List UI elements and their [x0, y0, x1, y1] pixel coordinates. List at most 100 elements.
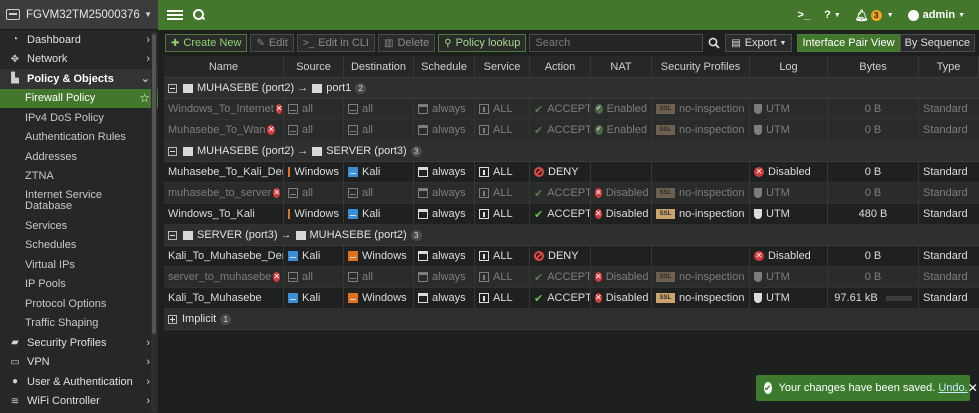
- address-icon: [348, 188, 358, 198]
- table-row[interactable]: Muhasebe_To_Wan ✕ all all always ALL ✔ ACCEPT ✔ E…: [164, 120, 979, 141]
- cli-console-button[interactable]: >_: [798, 9, 811, 21]
- cell-text: always: [432, 208, 466, 220]
- sidebar-item-network[interactable]: ✥ Network ›: [0, 50, 158, 70]
- address-icon: [288, 251, 298, 261]
- export-button[interactable]: ▤ Export ▼: [725, 34, 793, 52]
- cell-text: 0 B: [864, 166, 882, 178]
- sidebar-item-security-profiles[interactable]: ▰ Security Profiles ›: [0, 333, 158, 353]
- plus-icon: ✚: [171, 37, 180, 49]
- expand-icon[interactable]: [168, 314, 177, 324]
- collapse-icon[interactable]: [168, 83, 177, 93]
- policy-bytes: 0 B: [828, 267, 919, 287]
- user-menu[interactable]: admin ▼: [907, 9, 965, 21]
- interface-pair-group[interactable]: MUHASEBE (port2) → SERVER (port3) 3: [164, 141, 979, 162]
- shield-icon: [754, 209, 762, 219]
- column-header-schedule[interactable]: Schedule: [414, 56, 475, 77]
- column-header-name[interactable]: Name: [164, 56, 284, 77]
- sidebar-scroll-thumb[interactable]: [152, 34, 156, 334]
- group-count-badge: 3: [410, 145, 422, 157]
- sidebar-item-wifi-controller[interactable]: ≋ WiFi Controller ›: [0, 392, 158, 412]
- collapse-icon[interactable]: [168, 230, 177, 240]
- policy-type: Standard: [919, 183, 979, 203]
- column-header-nat[interactable]: NAT: [591, 56, 652, 77]
- table-row[interactable]: muhasebe_to_server ✕ all all always ALL ✔ ACCEP…: [164, 183, 979, 204]
- cell-text: Disabled: [605, 292, 649, 304]
- hamburger-menu-icon[interactable]: [167, 10, 183, 20]
- policy-destination: Windows: [344, 246, 414, 266]
- calendar-icon: [418, 293, 428, 303]
- column-header-bytes[interactable]: Bytes: [828, 56, 919, 77]
- sidebar-item-vpn[interactable]: ▭ VPN ›: [0, 353, 158, 373]
- collapse-icon[interactable]: [168, 146, 177, 156]
- disabled-x-icon: ✕: [754, 251, 764, 261]
- global-search-icon[interactable]: [193, 9, 205, 21]
- sidebar-subitem-firewall-policy[interactable]: Firewall Policy ☆: [0, 88, 158, 108]
- column-header-security-profiles[interactable]: Security Profiles: [652, 56, 750, 77]
- undo-link[interactable]: Undo.: [938, 382, 967, 394]
- interface-pair-group[interactable]: SERVER (port3) → MUHASEBE (port2) 3: [164, 225, 979, 246]
- table-row[interactable]: Kali_To_Muhasebe Kali Windows always ALL ✔ ACC…: [164, 288, 979, 309]
- by-sequence-button[interactable]: By Sequence: [899, 34, 975, 52]
- sidebar-item-dashboard[interactable]: ◔ Dashboard ›: [0, 30, 158, 50]
- notifications-button[interactable]: 🔔︎ 3 ▼: [855, 9, 894, 22]
- policy-nat: ✕ Disabled: [591, 183, 652, 203]
- sidebar-subitem-addresses[interactable]: Addresses: [0, 147, 158, 167]
- sidebar-subitem-ztna[interactable]: ZTNA: [0, 167, 158, 187]
- table-header: Name Source Destination Schedule Service Acti…: [164, 56, 979, 78]
- cell-text: 0 B: [864, 103, 882, 115]
- sidebar-subitem-schedules[interactable]: Schedules: [0, 236, 158, 256]
- column-header-destination[interactable]: Destination: [344, 56, 414, 77]
- table-row[interactable]: Windows_To_Kali Windows Kali always ALL ✔ ACCE…: [164, 204, 979, 225]
- cell-text: ACCEPT: [547, 271, 591, 283]
- column-header-log[interactable]: Log: [750, 56, 828, 77]
- column-header-service[interactable]: Service: [475, 56, 530, 77]
- create-new-button[interactable]: ✚ Create New: [165, 34, 248, 52]
- policy-lookup-button[interactable]: ⚲ Policy lookup: [438, 34, 527, 52]
- close-icon[interactable]: ✕: [968, 381, 978, 395]
- sidebar-subitem-ipv4-dos-policy[interactable]: IPv4 DoS Policy: [0, 108, 158, 128]
- column-header-source[interactable]: Source: [284, 56, 344, 77]
- policy-schedule: always: [414, 267, 475, 287]
- cell-text: 0 B: [864, 187, 882, 199]
- app-root: FGVM32TM25000376 ▼ ◔ Dashboard › ✥ Network › ▙…: [0, 0, 979, 413]
- table-row[interactable]: Windows_To_Internet ✕ all all always ALL ✔ ACCE…: [164, 99, 979, 120]
- sidebar-subitem-virtual-ips[interactable]: Virtual IPs: [0, 255, 158, 275]
- interface-pair-view-button[interactable]: Interface Pair View: [797, 34, 900, 52]
- sidebar-subitem-traffic-shaping[interactable]: Traffic Shaping: [0, 314, 158, 334]
- policy-objects-submenu: Firewall Policy ☆ IPv4 DoS Policy Authentic…: [0, 88, 158, 334]
- implicit-group[interactable]: Implicit 1: [164, 309, 979, 330]
- favorite-star-icon[interactable]: ☆: [139, 91, 150, 105]
- edit-in-cli-button[interactable]: >_ Edit in CLI: [296, 34, 375, 52]
- search-icon[interactable]: [706, 34, 722, 52]
- policy-destination: Windows: [344, 288, 414, 308]
- policy-destination: Kali: [344, 162, 414, 182]
- table-row[interactable]: Muhasebe_To_Kali_Deny Windows Kali always AL…: [164, 162, 979, 183]
- policy-type: Standard: [919, 246, 979, 266]
- cell-text: Enabled: [606, 124, 647, 136]
- device-selector[interactable]: FGVM32TM25000376 ▼: [0, 0, 158, 30]
- sidebar-item-user-authentication[interactable]: ● User & Authentication ›: [0, 372, 158, 392]
- delete-button[interactable]: ▥ Delete: [377, 34, 436, 52]
- policy-action: ✔ ACCEPT: [530, 99, 591, 119]
- column-header-action[interactable]: Action: [530, 56, 591, 77]
- policy-security-profiles: SSL no-inspection: [652, 120, 750, 140]
- sidebar-subitem-ip-pools[interactable]: IP Pools: [0, 275, 158, 295]
- search-input[interactable]: Search: [529, 34, 703, 52]
- sidebar-subitem-authentication-rules[interactable]: Authentication Rules: [0, 128, 158, 148]
- policy-destination: Kali: [344, 204, 414, 224]
- disabled-x-icon: ✕: [754, 167, 764, 177]
- check-icon: ✔: [534, 124, 544, 137]
- edit-button[interactable]: ✎ Edit: [250, 34, 294, 52]
- column-header-type[interactable]: Type: [919, 56, 979, 77]
- table-row[interactable]: Kali_To_Muhasebe_Deny Kali Windows always AL…: [164, 246, 979, 267]
- cell-text: all: [302, 187, 314, 199]
- table-row[interactable]: server_to_muhasebe ✕ all all always ALL ✔ ACCEP…: [164, 267, 979, 288]
- sidebar-item-policy-objects[interactable]: ▙ Policy & Objects ⌄: [0, 69, 158, 89]
- sidebar-subitem-internet-service-database[interactable]: Internet Service Database: [0, 186, 158, 216]
- sidebar-subitem-services[interactable]: Services: [0, 216, 158, 236]
- cell-text: UTM: [766, 187, 790, 199]
- sidebar-subitem-protocol-options[interactable]: Protocol Options: [0, 294, 158, 314]
- help-button[interactable]: ? ▼: [824, 9, 841, 21]
- interface-pair-group[interactable]: MUHASEBE (port2) → port1 2: [164, 78, 979, 99]
- cell-text: Windows: [294, 166, 339, 178]
